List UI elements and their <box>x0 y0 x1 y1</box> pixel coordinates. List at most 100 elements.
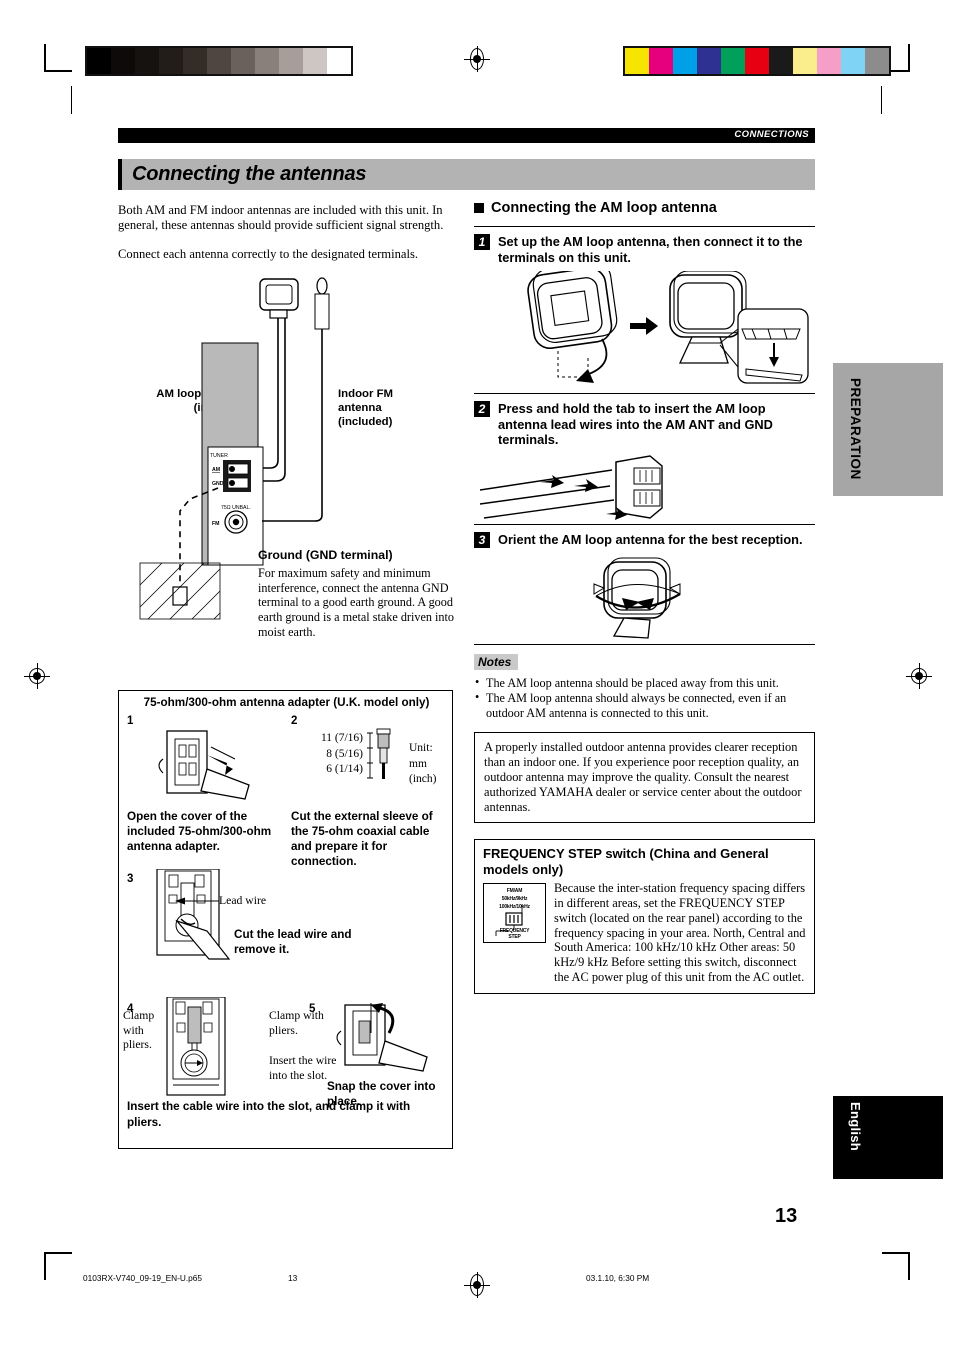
footer-filename: 0103RX-V740_09-19_EN-U.p65 <box>83 1273 203 1283</box>
right-step-3-number: 3 <box>474 531 490 548</box>
calibration-swatch <box>87 48 111 74</box>
intro-paragraph-1: Both AM and FM indoor antennas are inclu… <box>118 203 444 233</box>
note-item: The AM loop antenna should be placed awa… <box>474 675 815 691</box>
ground-terminal-text: For maximum safety and minimum interfere… <box>258 566 454 639</box>
calibration-swatch <box>841 48 865 74</box>
registration-mark-top <box>464 46 490 72</box>
section-rule-3 <box>474 643 815 645</box>
adapter-step-2-text: Cut the external sleeve of the 75-ohm co… <box>291 810 433 868</box>
page-number: 13 <box>775 1205 798 1227</box>
section-heading-text: Connecting the AM loop antenna <box>491 200 717 216</box>
section-rule-top <box>474 226 815 227</box>
switch-icon-line5: STEP <box>508 934 521 941</box>
tab-english[interactable]: English <box>833 1096 943 1179</box>
registration-mark-bottom <box>464 1272 490 1298</box>
right-step-2-text: Press and hold the tab to insert the AM … <box>498 401 773 447</box>
calibration-swatch <box>793 48 817 74</box>
notes-list: The AM loop antenna should be placed awa… <box>474 675 815 721</box>
adapter-step-5-text: Snap the cover into place. <box>327 1080 436 1108</box>
calibration-swatch <box>865 48 889 74</box>
running-head-bar: CONNECTIONS <box>118 128 815 143</box>
lead-wire-callout: Lead wire <box>219 894 267 907</box>
title-accent-block <box>118 159 122 190</box>
crop-mark-bl-h <box>44 1252 72 1254</box>
calibration-swatch <box>673 48 697 74</box>
calibration-swatch <box>817 48 841 74</box>
calibration-swatch <box>135 48 159 74</box>
right-step-2-number: 2 <box>474 401 490 417</box>
trim-line-right <box>881 86 883 114</box>
frequency-step-heading: FREQUENCY STEP switch (China and General… <box>483 846 769 877</box>
crop-mark-tl-h <box>44 70 72 72</box>
calibration-swatch <box>649 48 673 74</box>
uk-adapter-box: 75-ohm/300-ohm antenna adapter (U.K. mod… <box>118 690 453 1149</box>
adapter-dimension-labels: 11 (7/16) 8 (5/16) 6 (1/14) <box>320 732 363 775</box>
adapter-step-3-text: Cut the lead wire and remove it. <box>234 928 352 956</box>
svg-text:GND: GND <box>212 481 224 487</box>
color-calibration-bar <box>623 46 891 76</box>
clamp-left-callout: Clamp with pliers. <box>123 1009 155 1051</box>
grayscale-calibration-bar <box>85 46 353 76</box>
calibration-swatch <box>769 48 793 74</box>
crop-mark-br-v <box>908 1252 910 1280</box>
right-column: Connecting the AM loop antenna 1 Set up … <box>474 200 815 994</box>
crop-mark-br-h <box>882 1252 910 1254</box>
clamp-wire-illustration <box>166 997 226 1096</box>
tab-english-label: English <box>848 1102 863 1152</box>
section-marker-square <box>474 203 484 213</box>
adapter-step-1-number: 1 <box>127 715 134 727</box>
crop-mark-bl-v <box>44 1252 46 1280</box>
svg-text:AM: AM <box>212 467 220 473</box>
calibration-swatch <box>207 48 231 74</box>
calibration-swatch <box>327 48 351 74</box>
right-step-3-text: Orient the AM loop antenna for the best … <box>498 531 803 547</box>
right-step-3: 3 Orient the AM loop antenna for the bes… <box>474 531 815 548</box>
calibration-swatch <box>303 48 327 74</box>
terminal-insert-illustration <box>479 454 663 520</box>
frequency-step-box: FREQUENCY STEP switch (China and General… <box>474 839 815 994</box>
calibration-swatch <box>697 48 721 74</box>
adapter-unit-label: Unit: mm (inch) <box>409 742 437 785</box>
registration-mark-right <box>906 663 932 689</box>
calibration-swatch <box>111 48 135 74</box>
right-step-1: 1 Set up the AM loop antenna, then conne… <box>474 234 815 265</box>
right-step-1-text: Set up the AM loop antenna, then connect… <box>498 234 803 265</box>
left-column: Both AM and FM indoor antennas are inclu… <box>118 203 454 639</box>
calibration-swatch <box>721 48 745 74</box>
adapter-step-1-text: Open the cover of the included 75-ohm/30… <box>127 810 272 853</box>
page-title: Connecting the antennas <box>132 163 367 185</box>
calibration-swatch <box>159 48 183 74</box>
calibration-swatch <box>231 48 255 74</box>
calibration-swatch <box>745 48 769 74</box>
tab-preparation[interactable]: PREPARATION <box>833 363 943 496</box>
tab-preparation-label: PREPARATION <box>848 378 863 480</box>
section-rule-1 <box>474 393 815 394</box>
notes-label: Notes <box>474 653 519 670</box>
adapter-step-2-number: 2 <box>291 715 298 727</box>
right-step-2: 2 Press and hold the tab to insert the A… <box>474 401 815 448</box>
adapter-step-3-number: 3 <box>127 873 134 885</box>
registration-mark-left <box>24 663 50 689</box>
am-loop-setup-illustration <box>527 271 809 384</box>
running-head-text: CONNECTIONS <box>734 129 809 140</box>
page-title-bar: Connecting the antennas <box>118 159 815 190</box>
svg-text:75Ω UNBAL.: 75Ω UNBAL. <box>221 505 251 511</box>
trim-line-left <box>71 86 73 114</box>
calibration-swatch <box>255 48 279 74</box>
section-rule-2 <box>474 523 815 525</box>
footer-timestamp: 03.1.10, 6:30 PM <box>586 1273 650 1283</box>
orient-antenna-illustration <box>593 556 681 639</box>
svg-text:TUNER: TUNER <box>210 453 228 459</box>
clamp-right-callout: Clamp with pliers. <box>269 1009 324 1037</box>
frequency-step-body: Because the inter-station frequency spac… <box>554 881 806 985</box>
lead-wire-leader-line <box>175 897 219 905</box>
right-step-1-number: 1 <box>474 234 490 250</box>
antenna-connection-diagram: AM loop antenna(included) Indoor FManten… <box>118 275 454 639</box>
adapter-box-caption: 75-ohm/300-ohm antenna adapter (U.K. mod… <box>143 696 430 709</box>
note-item: The AM loop antenna should always be con… <box>474 690 815 720</box>
coax-cable-dimension-illustration <box>367 728 391 779</box>
crop-mark-tr-v <box>908 44 910 72</box>
crop-mark-tl-v <box>44 44 46 72</box>
frequency-step-switch-icon: FM/AM 50kHz/9kHz 100kHz/10kHz FREQUENCY … <box>483 883 546 944</box>
outdoor-antenna-box: A properly installed outdoor antenna pro… <box>474 732 815 824</box>
